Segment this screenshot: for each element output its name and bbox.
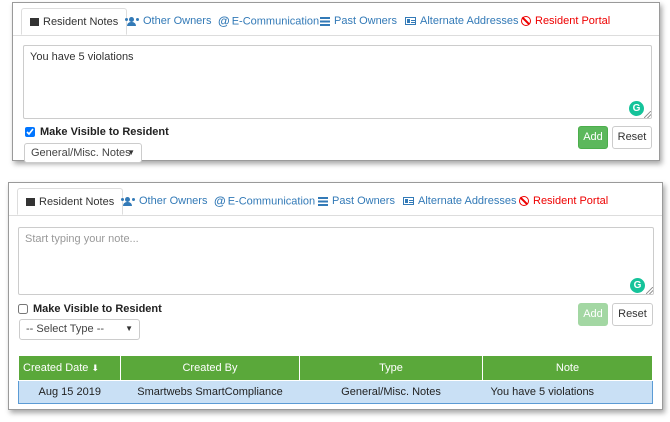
tab-alternate-addresses[interactable]: Alternate Addresses bbox=[405, 8, 518, 35]
sort-arrow-icon: ⬇ bbox=[91, 363, 100, 373]
note-icon bbox=[30, 18, 39, 27]
cell-created-by: Smartwebs SmartCompliance bbox=[120, 380, 300, 404]
note-type-value: General/Misc. Notes bbox=[31, 147, 131, 159]
cell-type: General/Misc. Notes bbox=[299, 380, 483, 404]
tab-label: Alternate Addresses bbox=[418, 195, 517, 207]
tab-e-communication[interactable]: @ E-Communication bbox=[218, 8, 319, 35]
make-visible-label: Make Visible to Resident bbox=[33, 303, 162, 315]
tab-other-owners[interactable]: Other Owners bbox=[125, 8, 211, 35]
resident-notes-panel-filled: Resident Notes Other Owners @ E-Communica… bbox=[12, 2, 660, 163]
grammarly-icon[interactable]: G bbox=[630, 278, 645, 293]
tab-label: Alternate Addresses bbox=[420, 15, 519, 27]
make-visible-label: Make Visible to Resident bbox=[40, 126, 169, 138]
resize-grip-icon[interactable] bbox=[644, 111, 651, 118]
note-textarea[interactable] bbox=[18, 227, 654, 295]
tab-label: Other Owners bbox=[143, 15, 212, 27]
tab-past-owners[interactable]: Past Owners bbox=[320, 8, 397, 35]
resize-grip-icon[interactable] bbox=[646, 287, 653, 294]
notes-table: Created Date ⬇ Created By Type Note Aug … bbox=[18, 355, 653, 404]
tab-bar: Resident Notes Other Owners @ E-Communica… bbox=[9, 183, 662, 216]
tab-resident-portal[interactable]: Resident Portal bbox=[521, 8, 610, 35]
reset-button[interactable]: Reset bbox=[612, 303, 653, 326]
tab-label: E-Communication bbox=[227, 195, 316, 208]
column-header-created-by[interactable]: Created By bbox=[120, 355, 300, 381]
tab-other-owners[interactable]: Other Owners bbox=[121, 188, 207, 215]
add-button[interactable]: Add bbox=[578, 126, 608, 149]
at-icon: @ bbox=[214, 194, 226, 208]
make-visible-checkbox[interactable] bbox=[18, 304, 28, 314]
table-header-row: Created Date ⬇ Created By Type Note bbox=[18, 355, 653, 381]
column-header-created-date[interactable]: Created Date ⬇ bbox=[18, 355, 121, 381]
chevron-down-icon: ▼ bbox=[125, 324, 133, 333]
reset-button[interactable]: Reset bbox=[612, 126, 652, 149]
tab-resident-portal[interactable]: Resident Portal bbox=[519, 188, 608, 215]
cell-note: You have 5 violations bbox=[482, 380, 653, 404]
make-visible-row: Make Visible to Resident bbox=[25, 126, 169, 138]
note-type-select[interactable]: General/Misc. Notes ▼ bbox=[24, 143, 142, 163]
list-icon bbox=[318, 196, 328, 206]
note-type-value: -- Select Type -- bbox=[26, 323, 105, 335]
address-card-icon bbox=[405, 17, 416, 26]
tab-e-communication[interactable]: @ E-Communication bbox=[214, 188, 315, 215]
cell-created-date: Aug 15 2019 bbox=[18, 380, 121, 404]
tab-resident-notes[interactable]: Resident Notes bbox=[21, 8, 128, 35]
tab-label: Resident Notes bbox=[43, 16, 119, 28]
tab-label: Resident Notes bbox=[39, 196, 115, 208]
tab-alternate-addresses[interactable]: Alternate Addresses bbox=[403, 188, 516, 215]
tab-label: Past Owners bbox=[332, 195, 395, 207]
column-header-note[interactable]: Note bbox=[482, 355, 653, 381]
make-visible-checkbox[interactable] bbox=[25, 127, 35, 137]
ban-icon bbox=[519, 196, 529, 207]
list-icon bbox=[320, 16, 330, 26]
tab-label: Resident Portal bbox=[535, 15, 611, 27]
tab-label: Resident Portal bbox=[533, 195, 609, 207]
address-card-icon bbox=[403, 197, 414, 206]
tab-resident-notes[interactable]: Resident Notes bbox=[17, 188, 124, 215]
users-icon bbox=[121, 196, 135, 206]
grammarly-icon[interactable]: G bbox=[629, 101, 644, 116]
table-row[interactable]: Aug 15 2019 Smartwebs SmartCompliance Ge… bbox=[18, 380, 653, 404]
tab-bar: Resident Notes Other Owners @ E-Communica… bbox=[13, 3, 659, 36]
note-icon bbox=[26, 198, 35, 207]
resident-notes-panel-empty: Resident Notes Other Owners @ E-Communica… bbox=[8, 182, 663, 410]
tab-label: E-Communication bbox=[231, 15, 320, 28]
note-type-select[interactable]: -- Select Type -- ▼ bbox=[19, 319, 140, 340]
ban-icon bbox=[521, 16, 531, 27]
tab-past-owners[interactable]: Past Owners bbox=[318, 188, 395, 215]
add-button[interactable]: Add bbox=[578, 303, 608, 326]
at-icon: @ bbox=[218, 14, 230, 28]
column-header-type[interactable]: Type bbox=[299, 355, 483, 381]
chevron-down-icon: ▼ bbox=[127, 148, 135, 157]
note-textarea[interactable]: You have 5 violations bbox=[23, 45, 652, 119]
users-icon bbox=[125, 16, 139, 26]
tab-label: Other Owners bbox=[139, 195, 208, 207]
tab-label: Past Owners bbox=[334, 15, 397, 27]
make-visible-row: Make Visible to Resident bbox=[18, 303, 162, 315]
